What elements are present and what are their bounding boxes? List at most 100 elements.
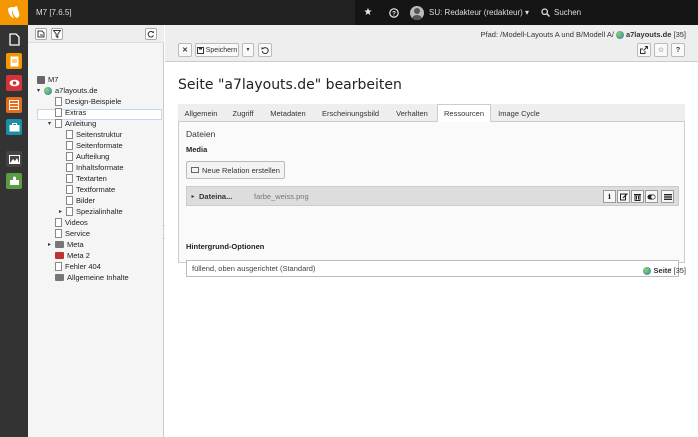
tree-node[interactable]: Bilder: [59, 195, 95, 206]
breadcrumb-page[interactable]: a7layouts.de: [626, 30, 671, 39]
tree-node-label: Textformate: [76, 185, 116, 194]
collapse-caret-icon[interactable]: ▾: [37, 87, 44, 94]
tree-node-label: Textarten: [76, 174, 107, 183]
tree-node[interactable]: Videos: [48, 217, 88, 228]
tree-node[interactable]: Inhaltsformate: [59, 162, 124, 173]
footer-page-id: [35]: [673, 266, 686, 275]
star-outline-icon: ☆: [657, 47, 665, 54]
search-label: Suchen: [554, 8, 582, 17]
edit-metadata-icon[interactable]: [617, 190, 630, 203]
top-bar: M7 [7.6.5] ★ ? SU: Redakteur (redakteur)…: [0, 0, 698, 25]
tab-metadaten[interactable]: Metadaten: [262, 104, 314, 122]
bookmark-button[interactable]: ☆: [654, 43, 668, 57]
user-menu[interactable]: SU: Redakteur (redakteur) ▾: [410, 0, 529, 25]
tree-node-label: Aufteilung: [76, 152, 110, 161]
close-button[interactable]: ✕: [178, 43, 192, 57]
tree-node[interactable]: ▾ a7layouts.de: [37, 85, 98, 96]
page-icon: [55, 108, 62, 117]
tree-node-label: Seitenformate: [76, 141, 123, 150]
question-icon: ?: [675, 46, 681, 54]
collapse-caret-icon[interactable]: ▾: [48, 120, 55, 127]
file-reference-row[interactable]: ▸ Dateina... farbe_weiss.png i: [186, 186, 679, 206]
bg-options-label: Hintergrund-Optionen: [186, 242, 265, 251]
save-dropdown-button[interactable]: ▼: [242, 43, 254, 57]
save-button[interactable]: Speichern: [195, 43, 239, 57]
globe-icon: [642, 266, 651, 275]
help-button[interactable]: ?: [671, 43, 685, 57]
refresh-icon[interactable]: [145, 28, 157, 40]
page-module-icon[interactable]: [6, 31, 22, 47]
page-icon: [55, 262, 62, 271]
save-icon: [196, 46, 204, 54]
info-icon[interactable]: i: [603, 190, 616, 203]
tree-node[interactable]: Design-Beispiele: [48, 96, 121, 107]
bookmark-star-icon[interactable]: ★: [355, 0, 381, 25]
undo-button[interactable]: [258, 43, 272, 57]
tab-erscheinungsbild[interactable]: Erscheinungsbild: [314, 104, 387, 122]
globe-icon: [44, 86, 52, 95]
breadcrumb-id: [35]: [673, 30, 686, 39]
tree-node-label: Seitenstruktur: [76, 130, 123, 139]
filelist-module-icon[interactable]: [6, 151, 22, 167]
tree-root-label: M7: [48, 75, 59, 84]
tree-node[interactable]: ▾ Anleitung: [48, 118, 96, 129]
open-new-window-button[interactable]: [637, 43, 651, 57]
template-module-icon[interactable]: [6, 97, 22, 113]
expand-caret-icon[interactable]: ▸: [59, 208, 66, 215]
tab-image-cycle[interactable]: Image Cycle: [491, 104, 547, 122]
tree-node[interactable]: Textarten: [59, 173, 107, 184]
file-name-value: farbe_weiss.png: [254, 191, 309, 201]
search-button[interactable]: Suchen: [541, 0, 581, 25]
view-module-icon[interactable]: [6, 75, 22, 91]
file-controls: i: [602, 190, 674, 203]
folder-icon: [55, 252, 64, 259]
footer-page-label[interactable]: Seite: [654, 266, 672, 275]
page-tree: M7 ▾ a7layouts.de Design-Beispiele Extras ▾ An…: [28, 25, 164, 437]
expand-caret-icon[interactable]: ▸: [48, 241, 55, 248]
new-page-icon[interactable]: [35, 28, 47, 40]
list-module-icon[interactable]: [6, 53, 22, 69]
section-title: Dateien: [186, 129, 216, 139]
info-module-icon[interactable]: [6, 119, 22, 135]
tree-node[interactable]: Fehler 404: [48, 261, 101, 272]
help-icon[interactable]: ?: [381, 0, 407, 25]
folder-icon: [55, 274, 64, 281]
tab-allgemein[interactable]: Allgemein: [178, 104, 224, 122]
page-icon: [66, 185, 73, 194]
globe-icon: [615, 30, 624, 39]
tab-panel-ressourcen: Dateien Media Neue Relation erstellen ▸ …: [178, 122, 685, 277]
expand-caret-icon[interactable]: ▸: [187, 193, 199, 200]
tab-zugriff[interactable]: Zugriff: [224, 104, 262, 122]
root-icon: [37, 75, 45, 84]
tab-verhalten[interactable]: Verhalten: [387, 104, 437, 122]
tree-node[interactable]: ▸ Spezialinhalte: [59, 206, 123, 217]
tree-node-label: Videos: [65, 218, 88, 227]
tree-node-label: Service: [65, 229, 91, 238]
typo3-logo[interactable]: [0, 0, 28, 25]
delete-icon[interactable]: [631, 190, 644, 203]
tree-node[interactable]: ▸ Meta: [48, 239, 84, 250]
new-relation-button[interactable]: Neue Relation erstellen: [186, 161, 285, 179]
page-icon: [66, 152, 73, 161]
tree-root[interactable]: M7: [37, 74, 58, 85]
filter-icon[interactable]: [51, 28, 63, 40]
drag-handle-icon[interactable]: [661, 190, 674, 203]
tree-node[interactable]: Service: [48, 228, 90, 239]
user-label: SU: Redakteur (redakteur) ▾: [429, 8, 530, 17]
toggle-visibility-icon[interactable]: [645, 190, 658, 203]
tree-node[interactable]: Seitenstruktur: [59, 129, 122, 140]
tab-ressourcen[interactable]: Ressourcen: [437, 104, 491, 123]
page-icon: [66, 196, 73, 205]
tree-node-label: Design-Beispiele: [65, 97, 122, 106]
module-menu: [0, 25, 28, 437]
tree-node[interactable]: Allgemeine Inhalte: [48, 272, 129, 283]
tree-node[interactable]: Extras: [48, 107, 86, 118]
tree-node[interactable]: Meta 2: [48, 250, 90, 261]
tree-node[interactable]: Aufteilung: [59, 151, 109, 162]
bg-options-select[interactable]: füllend, oben ausgerichtet (Standard) ⌄: [186, 260, 679, 277]
close-icon: ✕: [182, 47, 188, 54]
tree-node[interactable]: Textformate: [59, 184, 115, 195]
tree-node[interactable]: Seitenformate: [59, 140, 123, 151]
extension-module-icon[interactable]: [6, 173, 22, 189]
tree-node-label: Meta: [67, 240, 84, 249]
